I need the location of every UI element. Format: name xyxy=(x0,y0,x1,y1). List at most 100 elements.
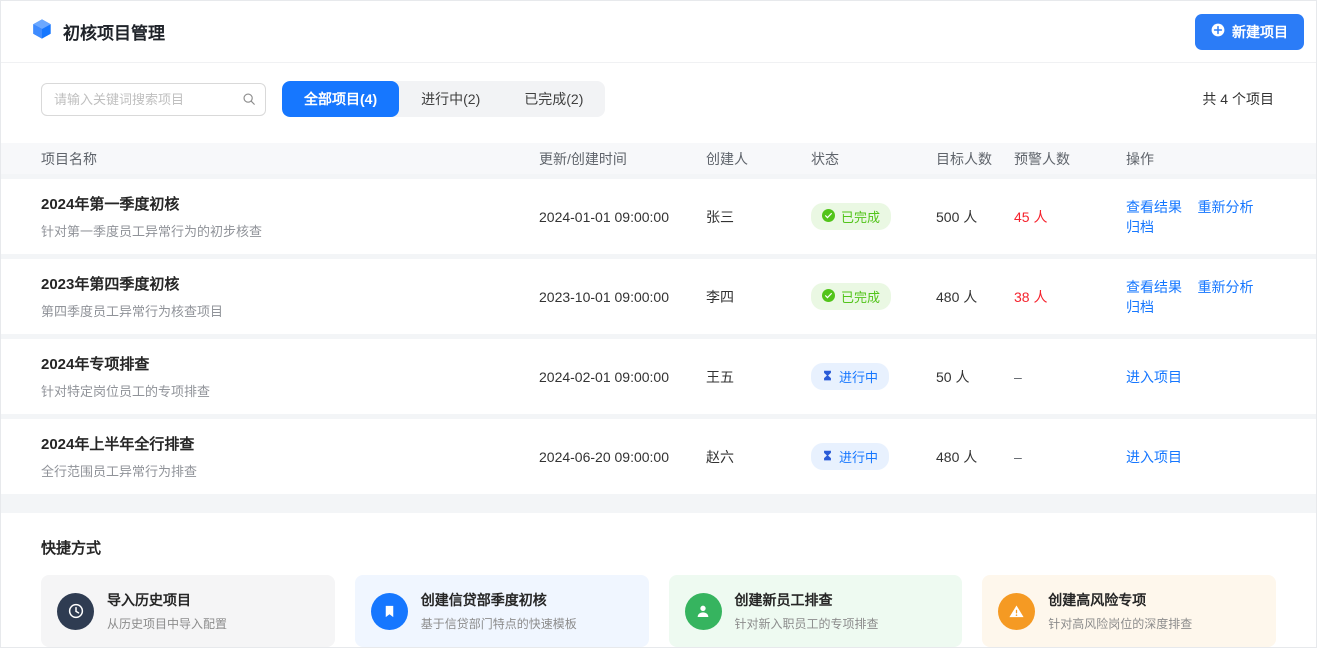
new-project-button-label: 新建项目 xyxy=(1232,22,1288,42)
project-cell: 2024年第一季度初核 针对第一季度员工异常行为的初步核查 xyxy=(41,193,539,240)
status-badge: 进行中 xyxy=(811,443,889,470)
shortcut-card-import-history[interactable]: 导入历史项目 从历史项目中导入配置 xyxy=(41,575,335,647)
project-time: 2024-01-01 09:00:00 xyxy=(539,209,706,225)
action-archive[interactable]: 归档 xyxy=(1126,219,1154,235)
actions-cell: 进入项目 xyxy=(1126,367,1276,387)
project-desc: 全行范围员工异常行为排查 xyxy=(41,461,539,480)
shortcut-card-desc: 从历史项目中导入配置 xyxy=(107,615,227,632)
project-name: 2024年专项排查 xyxy=(41,353,539,374)
status-badge: 进行中 xyxy=(811,363,889,390)
project-time: 2024-02-01 09:00:00 xyxy=(539,369,706,385)
project-creator: 李四 xyxy=(706,287,811,307)
target-count: 480 人 xyxy=(936,447,1014,467)
table-row: 2024年第一季度初核 针对第一季度员工异常行为的初步核查 2024-01-01… xyxy=(1,179,1316,254)
shortcut-card-credit-review[interactable]: 创建信贷部季度初核 基于信贷部门特点的快速模板 xyxy=(355,575,649,647)
warning-triangle-icon xyxy=(998,593,1035,630)
status-badge: 已完成 xyxy=(811,283,891,310)
shortcut-card-high-risk[interactable]: 创建高风险专项 针对高风险岗位的深度排查 xyxy=(982,575,1276,647)
status-badge: 已完成 xyxy=(811,203,891,230)
toolbar: 全部项目(4) 进行中(2) 已完成(2) 共 4 个项目 xyxy=(1,63,1316,143)
warning-count: – xyxy=(1014,369,1126,385)
action-archive[interactable]: 归档 xyxy=(1126,299,1154,315)
project-cell: 2023年第四季度初核 第四季度员工异常行为核查项目 xyxy=(41,273,539,320)
status-cell: 已完成 xyxy=(811,203,936,230)
project-time: 2024-06-20 09:00:00 xyxy=(539,449,706,465)
actions-cell: 进入项目 xyxy=(1126,447,1276,467)
new-project-button[interactable]: 新建项目 xyxy=(1195,14,1304,50)
table-row: 2024年专项排查 针对特定岗位员工的专项排查 2024-02-01 09:00… xyxy=(1,339,1316,414)
actions-cell: 查看结果 重新分析 归档 xyxy=(1126,197,1276,237)
app-window: 初核项目管理 新建项目 全部项目(4) 进行中(2) xyxy=(0,0,1317,648)
plus-icon xyxy=(1211,23,1225,40)
column-header-actions: 操作 xyxy=(1126,149,1276,169)
header-left: 初核项目管理 xyxy=(31,18,165,45)
shortcut-card-desc: 基于信贷部门特点的快速模板 xyxy=(421,615,577,632)
table-header: 项目名称 更新/创建时间 创建人 状态 目标人数 预警人数 操作 xyxy=(1,143,1316,174)
check-circle-icon xyxy=(822,289,835,305)
status-label: 已完成 xyxy=(841,207,880,226)
project-desc: 针对特定岗位员工的专项排查 xyxy=(41,381,539,400)
column-header-status: 状态 xyxy=(811,149,936,169)
action-enter-project[interactable]: 进入项目 xyxy=(1126,449,1182,465)
project-cell: 2024年专项排查 针对特定岗位员工的专项排查 xyxy=(41,353,539,400)
action-reanalyze[interactable]: 重新分析 xyxy=(1197,279,1253,295)
tab-in-progress[interactable]: 进行中(2) xyxy=(399,81,502,117)
project-name: 2024年上半年全行排查 xyxy=(41,433,539,454)
table-row: 2023年第四季度初核 第四季度员工异常行为核查项目 2023-10-01 09… xyxy=(1,259,1316,334)
search-icon xyxy=(242,92,256,111)
project-cell: 2024年上半年全行排查 全行范围员工异常行为排查 xyxy=(41,433,539,480)
action-view-results[interactable]: 查看结果 xyxy=(1126,279,1182,295)
shortcut-card-text: 创建高风险专项 针对高风险岗位的深度排查 xyxy=(1048,590,1192,632)
project-desc: 第四季度员工异常行为核查项目 xyxy=(41,301,539,320)
search-input[interactable] xyxy=(41,83,266,116)
project-name: 2023年第四季度初核 xyxy=(41,273,539,294)
warning-count: 38 人 xyxy=(1014,287,1126,307)
tab-completed[interactable]: 已完成(2) xyxy=(502,81,605,117)
warning-count: – xyxy=(1014,449,1126,465)
shortcut-card-text: 导入历史项目 从历史项目中导入配置 xyxy=(107,590,227,632)
project-creator: 张三 xyxy=(706,207,811,227)
column-header-name: 项目名称 xyxy=(41,149,539,169)
section-divider xyxy=(1,494,1316,513)
check-circle-icon xyxy=(822,209,835,225)
shortcut-card-title: 导入历史项目 xyxy=(107,590,227,610)
status-label: 进行中 xyxy=(839,447,878,466)
tab-bar: 全部项目(4) 进行中(2) 已完成(2) xyxy=(282,81,605,117)
column-header-warning: 预警人数 xyxy=(1014,149,1126,169)
search-box xyxy=(41,83,266,116)
page-title: 初核项目管理 xyxy=(63,19,165,44)
shortcut-cards: 导入历史项目 从历史项目中导入配置 创建信贷部季度初核 基于信贷部门特点的快速模… xyxy=(41,575,1276,647)
column-header-target: 目标人数 xyxy=(936,149,1014,169)
actions-cell: 查看结果 重新分析 归档 xyxy=(1126,277,1276,317)
status-label: 已完成 xyxy=(841,287,880,306)
status-cell: 已完成 xyxy=(811,283,936,310)
user-icon xyxy=(685,593,722,630)
shortcut-card-title: 创建新员工排查 xyxy=(735,590,879,610)
shortcuts-title: 快捷方式 xyxy=(41,537,1276,558)
action-enter-project[interactable]: 进入项目 xyxy=(1126,369,1182,385)
shortcut-card-new-employee[interactable]: 创建新员工排查 针对新入职员工的专项排查 xyxy=(669,575,963,647)
column-header-time: 更新/创建时间 xyxy=(539,149,706,169)
shortcut-card-title: 创建高风险专项 xyxy=(1048,590,1192,610)
hourglass-icon xyxy=(822,369,833,384)
target-count: 500 人 xyxy=(936,207,1014,227)
action-reanalyze[interactable]: 重新分析 xyxy=(1197,199,1253,215)
status-cell: 进行中 xyxy=(811,363,936,390)
tab-all-projects[interactable]: 全部项目(4) xyxy=(282,81,399,117)
project-name: 2024年第一季度初核 xyxy=(41,193,539,214)
warning-count: 45 人 xyxy=(1014,207,1126,227)
project-creator: 赵六 xyxy=(706,447,811,467)
column-header-creator: 创建人 xyxy=(706,149,811,169)
page-header: 初核项目管理 新建项目 xyxy=(1,1,1316,63)
target-count: 50 人 xyxy=(936,367,1014,387)
shortcut-card-title: 创建信贷部季度初核 xyxy=(421,590,577,610)
bookmark-icon xyxy=(371,593,408,630)
action-view-results[interactable]: 查看结果 xyxy=(1126,199,1182,215)
shortcut-card-desc: 针对高风险岗位的深度排查 xyxy=(1048,615,1192,632)
table-row: 2024年上半年全行排查 全行范围员工异常行为排查 2024-06-20 09:… xyxy=(1,419,1316,494)
status-label: 进行中 xyxy=(839,367,878,386)
shortcuts-section: 快捷方式 导入历史项目 从历史项目中导入配置 xyxy=(1,513,1316,647)
hourglass-icon xyxy=(822,449,833,464)
status-cell: 进行中 xyxy=(811,443,936,470)
total-count-label: 共 4 个项目 xyxy=(1202,89,1286,109)
